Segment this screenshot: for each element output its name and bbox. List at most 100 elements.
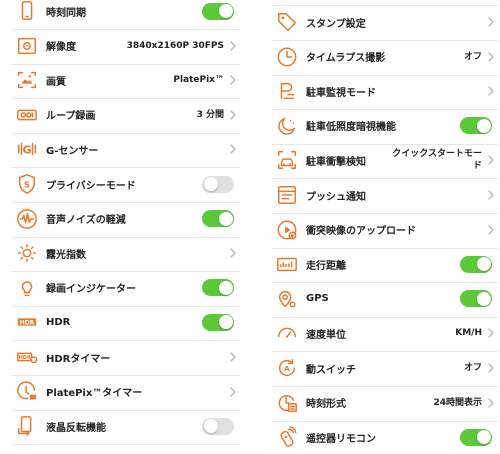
settings-row-speedometer[interactable]: 速度単位 KM/H	[272, 316, 498, 350]
chevron-right-icon	[486, 190, 496, 200]
setting-value: KM/H	[455, 328, 482, 339]
time-format-icon	[274, 390, 300, 416]
setting-label: 駐車衝撃検知	[306, 156, 366, 168]
chevron-right-icon	[486, 86, 496, 96]
toggle-knob	[476, 291, 491, 306]
chevron-right-icon	[228, 386, 238, 397]
settings-row-lightbulb: 録画インジケーター	[12, 271, 240, 305]
hdr-timer-icon: HDR	[14, 344, 40, 370]
setting-label: 走行距離	[306, 260, 346, 272]
chevron-right-icon	[228, 248, 238, 258]
settings-row-sun[interactable]: 露光指数	[12, 236, 240, 270]
setting-label: GPS	[306, 293, 329, 305]
tag-icon	[274, 9, 300, 35]
setting-value: 24時間表示	[433, 397, 482, 408]
toggle-switch[interactable]	[202, 2, 234, 20]
toggle-switch[interactable]	[202, 210, 234, 228]
row-divider	[272, 5, 498, 6]
settings-row-auto-switch[interactable]: A 動スイッチ オフ	[272, 351, 498, 385]
setting-label: プライバシーモード	[46, 180, 136, 192]
toggle-knob	[203, 419, 218, 434]
settings-row-privacy-shield: S プライバシーモード	[12, 167, 240, 201]
settings-row-time-format[interactable]: 時刻形式 24時間表示	[272, 386, 498, 420]
phone-icon	[14, 0, 40, 24]
toggle-knob	[218, 211, 233, 226]
settings-row-odometer: 走行距離	[272, 247, 498, 281]
settings-row-resolution[interactable]: 解像度 3840x2160P 30FPS	[12, 29, 240, 63]
setting-value: PlatePix™	[173, 75, 224, 86]
svg-text:HDR: HDR	[19, 355, 31, 361]
setting-label: HDRタイマー	[46, 353, 111, 365]
chevron-right-icon	[486, 363, 496, 373]
car-impact-icon	[274, 147, 300, 173]
chevron-right-icon	[486, 155, 496, 166]
lightbulb-icon	[14, 275, 40, 301]
chevron-right-icon	[228, 75, 238, 85]
svg-text:A: A	[284, 364, 290, 373]
settings-row-parking[interactable]: 駐車監視モード	[272, 74, 498, 108]
settings-row-upload-video[interactable]: 衝突映像のアップロード	[272, 213, 498, 247]
toggle-switch[interactable]	[460, 117, 492, 135]
chevron-right-icon	[228, 110, 238, 120]
svg-text:G: G	[22, 144, 31, 157]
loop-recording-icon	[14, 102, 40, 128]
setting-label: PlatePix™タイマー	[46, 388, 143, 400]
toggle-knob	[218, 315, 233, 330]
toggle-switch[interactable]	[202, 417, 234, 435]
setting-label: 動スイッチ	[306, 364, 356, 376]
auto-switch-icon: A	[274, 355, 300, 381]
odometer-icon	[274, 251, 300, 277]
setting-value: 3 分間	[196, 109, 224, 120]
audio-wave-icon	[14, 206, 40, 232]
toggle-switch[interactable]	[202, 175, 234, 193]
settings-row-phone: 時刻同期	[12, 0, 240, 28]
setting-label: G-センサー	[46, 145, 99, 157]
settings-row-tag[interactable]: スタンプ設定	[272, 5, 498, 39]
setting-label: 音声ノイズの軽減	[46, 215, 126, 227]
settings-row-notification[interactable]: プッシュ通知	[272, 178, 498, 212]
setting-label: 露光指数	[46, 249, 86, 261]
setting-value: 3840x2160P 30FPS	[126, 40, 224, 51]
toggle-knob	[476, 118, 491, 133]
svg-text:HDR: HDR	[20, 320, 35, 327]
privacy-shield-icon: S	[14, 171, 40, 197]
chevron-right-icon	[228, 352, 238, 362]
setting-label: 録画インジケーター	[46, 284, 136, 296]
chevron-right-icon	[228, 40, 238, 51]
setting-label: HDR	[46, 316, 71, 328]
toggle-switch[interactable]	[202, 313, 234, 331]
chevron-right-icon	[486, 397, 496, 408]
settings-row-image-quality[interactable]: 画質 PlatePix™	[12, 63, 240, 97]
sun-icon	[14, 240, 40, 266]
image-quality-icon	[14, 67, 40, 93]
upload-video-icon	[274, 217, 300, 243]
settings-row-car-impact[interactable]: 駐車衝撃検知 クイックスタートモード	[272, 143, 498, 177]
settings-row-clock-plate[interactable]: PlatePix™タイマー	[12, 375, 240, 409]
toggle-switch[interactable]	[202, 279, 234, 297]
settings-row-hdr-timer[interactable]: HDR HDRタイマー	[12, 340, 240, 374]
chevron-right-icon	[228, 144, 238, 155]
toggle-switch[interactable]	[460, 255, 492, 273]
setting-label: プッシュ通知	[306, 191, 366, 203]
settings-row-loop-recording[interactable]: ループ録画 3 分間	[12, 98, 240, 132]
chevron-right-icon	[486, 17, 496, 27]
clock-icon	[274, 44, 300, 70]
settings-row-clock[interactable]: タイムラプス撮影 オフ	[272, 40, 498, 74]
row-divider	[12, 444, 240, 446]
setting-label: 液晶反転機能	[46, 422, 106, 434]
setting-label: 駐車低照度暗視機能	[306, 122, 396, 134]
settings-row-screen-flip: 液晶反転機能	[12, 409, 240, 443]
toggle-knob	[476, 257, 491, 272]
remote-icon	[274, 424, 300, 450]
chevron-right-icon	[486, 51, 496, 62]
settings-row-g-sensor[interactable]: G G-センサー	[12, 132, 240, 166]
toggle-switch[interactable]	[460, 428, 492, 446]
setting-label: 解像度	[46, 42, 76, 54]
settings-row-moon: 駐車低照度暗視機能	[272, 109, 498, 143]
setting-label: 時刻同期	[46, 7, 86, 19]
toggle-knob	[203, 177, 218, 191]
settings-row-gps: GPS	[272, 282, 498, 316]
toggle-switch[interactable]	[460, 290, 492, 308]
setting-label: 速度単位	[306, 329, 346, 341]
setting-label: タイムラプス撮影	[306, 53, 386, 65]
